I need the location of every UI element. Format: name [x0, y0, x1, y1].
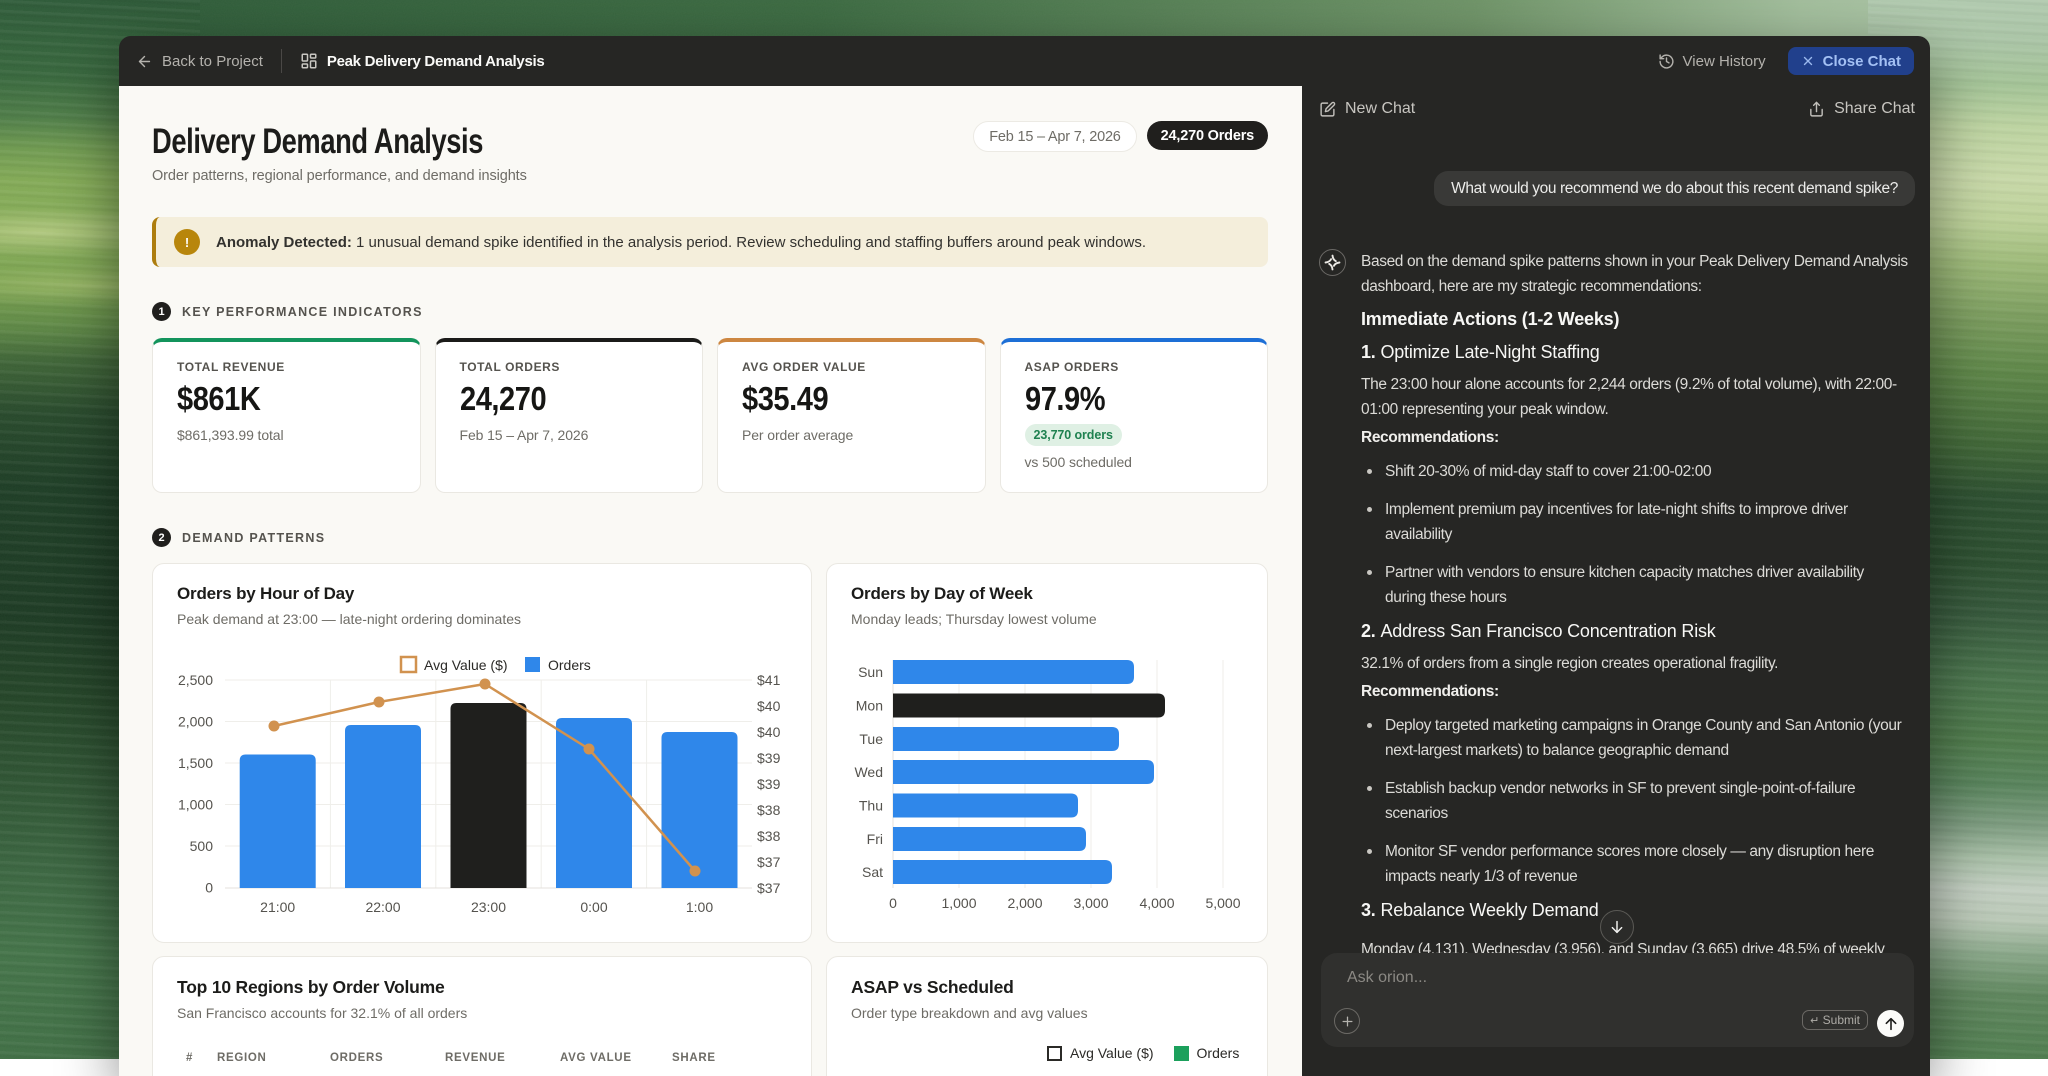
- svg-text:2,000: 2,000: [1007, 895, 1042, 911]
- svg-text:0: 0: [889, 895, 897, 911]
- svg-text:Thu: Thu: [859, 798, 883, 814]
- svg-text:Tue: Tue: [859, 731, 883, 747]
- svg-text:1,000: 1,000: [178, 797, 213, 813]
- svg-text:Sun: Sun: [858, 664, 883, 680]
- svg-text:2,000: 2,000: [178, 714, 213, 730]
- svg-text:$39: $39: [757, 776, 781, 792]
- svg-text:1,500: 1,500: [178, 755, 213, 771]
- svg-text:$38: $38: [757, 828, 781, 844]
- svg-text:$40: $40: [757, 698, 781, 714]
- svg-text:2,500: 2,500: [178, 672, 213, 688]
- svg-text:0: 0: [205, 880, 213, 896]
- svg-text:Sat: Sat: [862, 864, 883, 880]
- svg-text:1:00: 1:00: [686, 899, 713, 915]
- svg-text:4,000: 4,000: [1139, 895, 1174, 911]
- svg-text:$37: $37: [757, 854, 781, 870]
- svg-text:1,000: 1,000: [941, 895, 976, 911]
- svg-text:21:00: 21:00: [260, 899, 295, 915]
- svg-text:Fri: Fri: [867, 831, 883, 847]
- svg-text:5,000: 5,000: [1205, 895, 1240, 911]
- svg-text:$39: $39: [757, 750, 781, 766]
- svg-text:500: 500: [190, 838, 214, 854]
- svg-text:0:00: 0:00: [580, 899, 607, 915]
- svg-text:Orders: Orders: [548, 657, 591, 673]
- svg-text:3,000: 3,000: [1073, 895, 1108, 911]
- svg-text:$38: $38: [757, 802, 781, 818]
- svg-text:$37: $37: [757, 880, 781, 896]
- svg-text:Avg Value ($): Avg Value ($): [424, 657, 508, 673]
- svg-text:$40: $40: [757, 724, 781, 740]
- svg-text:22:00: 22:00: [365, 899, 400, 915]
- svg-text:Mon: Mon: [856, 698, 883, 714]
- svg-text:$41: $41: [757, 672, 781, 688]
- svg-text:Wed: Wed: [854, 764, 883, 780]
- svg-text:23:00: 23:00: [471, 899, 506, 915]
